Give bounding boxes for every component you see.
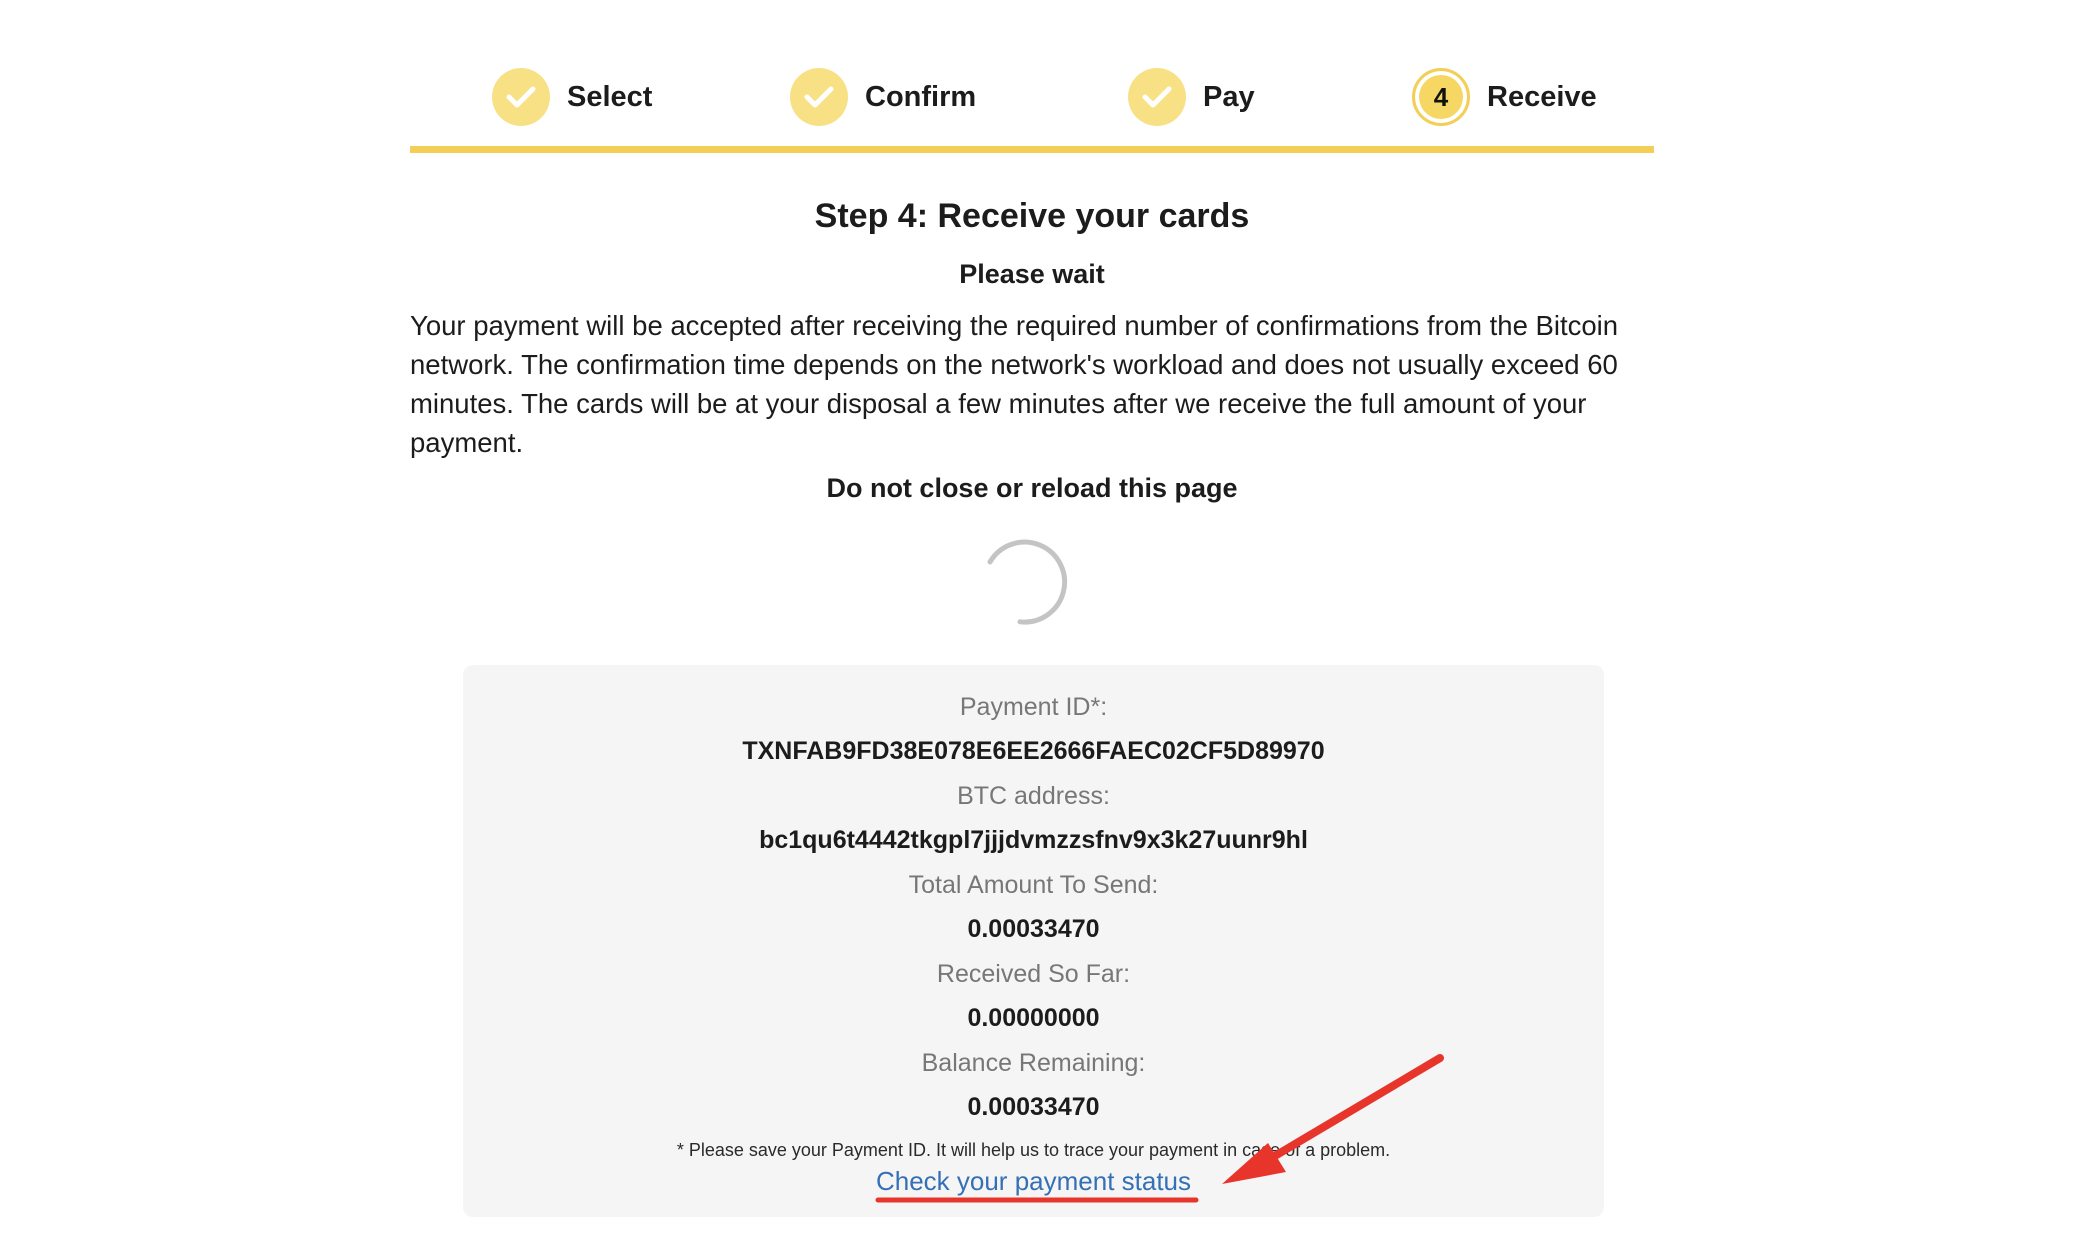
wait-heading: Please wait — [959, 259, 1105, 289]
received-value: 0.00000000 — [967, 1004, 1100, 1032]
step-label-receive: Receive — [1487, 80, 1597, 113]
balance-remaining-value: 0.00033470 — [967, 1093, 1100, 1121]
total-amount-label: Total Amount To Send: — [908, 871, 1159, 899]
step-receive: 4 Receive — [1412, 66, 1597, 128]
step-label-confirm: Confirm — [865, 80, 977, 113]
btc-address-label: BTC address: — [957, 782, 1110, 810]
page-title: Step 4: Receive your cards — [410, 190, 1654, 242]
main-content: Step 4: Receive your cards Please wait Y… — [410, 190, 1654, 508]
step-confirm: Confirm — [790, 66, 976, 128]
step-number-badge: 4 — [1412, 68, 1470, 126]
check-icon-svg — [1142, 86, 1172, 108]
check-icon — [1128, 68, 1186, 126]
save-payment-id-note: * Please save your Payment ID. It will h… — [676, 1140, 1391, 1160]
step-select: Select — [492, 66, 652, 128]
step-label-select: Select — [567, 80, 653, 113]
payment-id-label: Payment ID*: — [959, 693, 1108, 721]
check-icon-svg — [506, 86, 536, 108]
received-label: Received So Far: — [936, 960, 1131, 988]
progress-stepper: Select Confirm Pay 4 Receive — [410, 60, 1654, 154]
page-title-step: Step 4: — [814, 197, 929, 235]
total-amount-value: 0.00033470 — [967, 915, 1100, 943]
confirmation-description: Your payment will be accepted after rece… — [410, 310, 1619, 458]
do-not-close-warning: Do not close or reload this page — [826, 473, 1238, 503]
balance-remaining-label: Balance Remaining: — [921, 1049, 1146, 1077]
stepper-progress-line — [410, 146, 1654, 153]
check-payment-status-link[interactable]: Check your payment status — [876, 1164, 1191, 1198]
loading-spinner-icon — [987, 539, 1068, 625]
step-number: 4 — [1433, 81, 1449, 112]
check-icon — [492, 68, 550, 126]
check-icon — [790, 68, 848, 126]
payment-details-panel: Payment ID*: TXNFAB9FD38E078E6EE2666FAEC… — [463, 665, 1604, 1217]
step-label-pay: Pay — [1203, 80, 1255, 113]
payment-id-value: TXNFAB9FD38E078E6EE2666FAEC02CF5D89970 — [742, 737, 1325, 765]
page-title-text: Receive your cards — [928, 197, 1250, 235]
step-pay: Pay — [1128, 66, 1255, 128]
btc-address-value: bc1qu6t4442tkgpl7jjjdvmzzsfnv9x3k27uunr9… — [759, 826, 1308, 854]
check-icon-svg — [804, 86, 834, 108]
